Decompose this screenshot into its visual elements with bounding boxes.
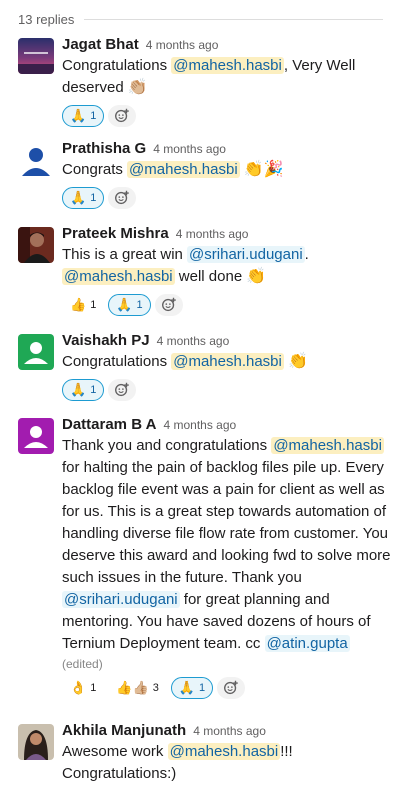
message: Akhila Manjunath 4 months ago Awesome wo…	[0, 721, 401, 801]
message-text: Congratulations @mahesh.hasbi 👏	[62, 351, 391, 373]
author-name[interactable]: Vaishakh PJ	[62, 331, 150, 351]
add-emoji-icon	[161, 297, 176, 312]
clapping-hands-icon: 👏	[246, 268, 267, 285]
avatar[interactable]	[18, 724, 54, 760]
timestamp[interactable]: 4 months ago	[163, 415, 236, 435]
timestamp[interactable]: 4 months ago	[146, 35, 219, 55]
message: Dattaram B A 4 months ago Thank you and …	[0, 415, 401, 721]
reaction-pray[interactable]: 🙏 1	[62, 187, 105, 209]
folded-hands-icon: 🙏	[116, 297, 133, 312]
folded-hands-icon: 🙏	[70, 108, 87, 123]
folded-hands-icon: 🙏	[178, 680, 195, 695]
default-user-avatar-icon	[18, 142, 54, 178]
avatar[interactable]	[18, 418, 54, 454]
add-emoji-icon	[115, 382, 130, 397]
reaction-pray[interactable]: 🙏 1	[108, 294, 151, 316]
edited-label: (edited)	[62, 657, 103, 671]
ok-hand-icon: 👌	[70, 680, 87, 695]
add-emoji-icon	[115, 190, 130, 205]
green-default-avatar-icon	[18, 334, 54, 370]
add-reaction-button[interactable]	[154, 294, 183, 316]
message-text: Congratulations @mahesh.hasbi, Very Well…	[62, 55, 391, 99]
message: Jagat Bhat 4 months ago Congratulations …	[0, 35, 401, 139]
reaction-thumbsup[interactable]: 👍 1	[62, 294, 104, 316]
author-name[interactable]: Jagat Bhat	[62, 35, 139, 55]
user-mention[interactable]: @mahesh.hasbi	[171, 57, 284, 74]
message-text: This is a great win @srihari.udugani. @m…	[62, 244, 391, 288]
divider	[84, 19, 383, 20]
user-mention[interactable]: @mahesh.hasbi	[171, 353, 284, 370]
reactions-bar: 🙏 1	[62, 186, 391, 210]
folded-hands-icon: 🙏	[70, 382, 87, 397]
message-text: Thank you and congratulations @mahesh.ha…	[62, 437, 391, 652]
sunset-photo-avatar-icon	[18, 38, 54, 74]
reaction-ok-hand[interactable]: 👌 1	[62, 677, 104, 699]
author-name[interactable]: Prateek Mishra	[62, 224, 169, 244]
avatar[interactable]	[18, 38, 54, 74]
user-mention[interactable]: @mahesh.hasbi	[127, 161, 240, 178]
message-text: Awesome work @mahesh.hasbi!!! Congratula…	[62, 743, 293, 782]
message: Prathisha G 4 months ago Congrats @mahes…	[0, 139, 401, 224]
reaction-count: 1	[90, 192, 97, 204]
reaction-count: 1	[90, 299, 97, 311]
folded-hands-icon: 🙏	[70, 190, 87, 205]
thumbs-up-icon: 👍👍🏼	[116, 680, 149, 695]
user-mention[interactable]: @mahesh.hasbi	[62, 268, 175, 285]
timestamp[interactable]: 4 months ago	[157, 331, 230, 351]
user-mention[interactable]: @srihari.udugani	[62, 591, 180, 608]
author-name[interactable]: Dattaram B A	[62, 415, 156, 435]
reaction-pray[interactable]: 🙏 1	[170, 677, 214, 699]
replies-header: 13 replies	[0, 0, 401, 35]
author-name[interactable]: Akhila Manjunath	[62, 721, 186, 741]
message-text: Congrats @mahesh.hasbi 👏🎉	[62, 159, 391, 181]
reaction-count: 1	[199, 682, 206, 694]
avatar[interactable]	[18, 227, 54, 263]
reaction-count: 1	[90, 384, 97, 396]
timestamp[interactable]: 4 months ago	[153, 139, 226, 159]
user-mention[interactable]: @atin.gupta	[264, 635, 350, 652]
replies-count: 13 replies	[18, 12, 75, 27]
reactions-bar: 🙏 1	[62, 104, 391, 128]
add-emoji-icon	[224, 680, 238, 695]
person-photo-avatar-icon	[18, 227, 54, 263]
user-mention[interactable]: @mahesh.hasbi	[167, 743, 281, 760]
user-mention[interactable]: @srihari.udugani	[187, 246, 305, 263]
reaction-thumbsup[interactable]: 👍👍🏼 3	[108, 677, 167, 699]
add-reaction-button[interactable]	[108, 105, 137, 127]
reaction-count: 1	[90, 110, 97, 122]
reaction-pray[interactable]: 🙏 1	[62, 379, 105, 401]
user-mention[interactable]: @mahesh.hasbi	[271, 437, 384, 454]
reaction-count: 1	[136, 299, 143, 311]
timestamp[interactable]: 4 months ago	[193, 721, 266, 741]
add-reaction-button[interactable]	[217, 677, 246, 699]
author-name[interactable]: Prathisha G	[62, 139, 146, 159]
add-emoji-icon	[115, 108, 130, 123]
purple-default-avatar-icon	[18, 418, 54, 454]
reaction-count: 3	[152, 682, 159, 694]
clapping-hands-icon: 👏🏼	[127, 79, 148, 96]
message: Prateek Mishra 4 months ago This is a gr…	[0, 224, 401, 331]
avatar[interactable]	[18, 334, 54, 370]
message: Vaishakh PJ 4 months ago Congratulations…	[0, 331, 401, 415]
reactions-bar: 👌 1 👍👍🏼 3 🙏 1	[62, 676, 391, 700]
reaction-pray[interactable]: 🙏 1	[62, 105, 105, 127]
thumbs-up-icon: 👍	[70, 297, 87, 312]
add-reaction-button[interactable]	[108, 379, 137, 401]
clapping-hands-icon: 👏	[288, 353, 308, 370]
timestamp[interactable]: 4 months ago	[176, 224, 249, 244]
reaction-count: 1	[90, 682, 97, 694]
add-reaction-button[interactable]	[108, 187, 137, 209]
clap-party-icon: 👏🎉	[243, 161, 284, 178]
woman-photo-avatar-icon	[18, 724, 54, 760]
reactions-bar: 👍 1 🙏 1	[62, 293, 391, 317]
reactions-bar: 🙏 1	[62, 378, 391, 402]
avatar[interactable]	[18, 142, 54, 178]
